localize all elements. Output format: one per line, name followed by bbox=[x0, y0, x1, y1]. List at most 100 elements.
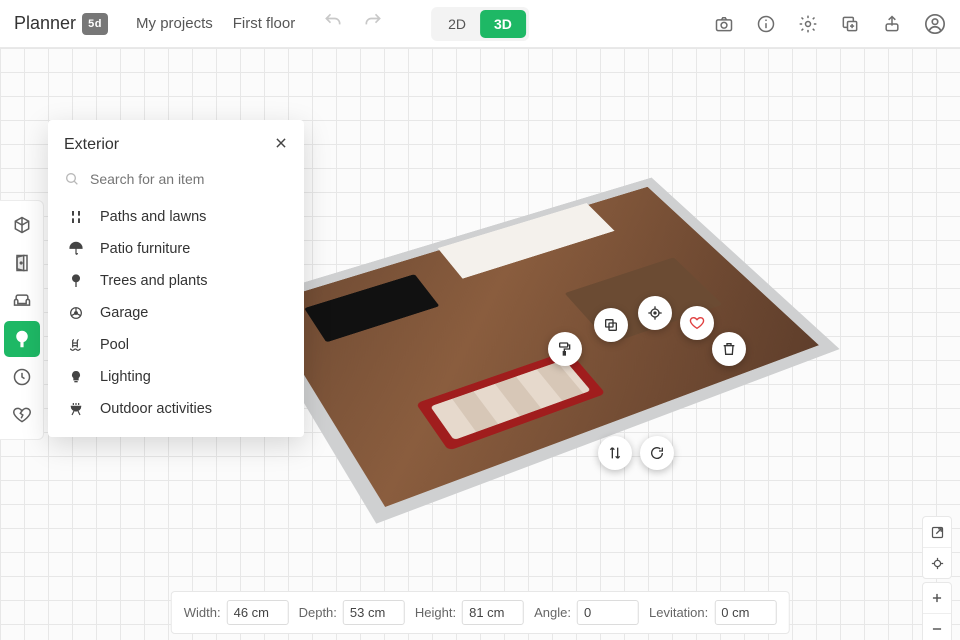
snapshot-button[interactable] bbox=[714, 14, 734, 34]
catalog-item-label: Garage bbox=[100, 305, 148, 321]
catalog-item-patio[interactable]: Patio furniture bbox=[48, 233, 304, 265]
umbrella-icon bbox=[68, 241, 84, 257]
redo-button[interactable] bbox=[363, 11, 383, 36]
catalog-item-label: Outdoor activities bbox=[100, 401, 212, 417]
angle-input[interactable] bbox=[577, 600, 639, 625]
share-button[interactable] bbox=[882, 14, 902, 34]
minus-icon bbox=[930, 622, 944, 636]
catalog-item-lighting[interactable]: Lighting bbox=[48, 361, 304, 393]
my-projects-link[interactable]: My projects bbox=[126, 15, 223, 32]
path-icon bbox=[68, 209, 84, 225]
crosshair-icon bbox=[647, 305, 663, 321]
plus-icon bbox=[930, 591, 944, 605]
info-icon bbox=[756, 14, 776, 34]
tool-rail bbox=[0, 200, 44, 440]
view-2d-button[interactable]: 2D bbox=[434, 10, 480, 38]
flip-object-button[interactable] bbox=[598, 436, 632, 470]
delete-object-button[interactable] bbox=[712, 332, 746, 366]
angle-label: Angle: bbox=[534, 605, 571, 620]
tree-small-icon bbox=[68, 273, 84, 289]
copy-project-button[interactable] bbox=[840, 14, 860, 34]
copy-object-button[interactable] bbox=[594, 308, 628, 342]
width-label: Width: bbox=[184, 605, 221, 620]
paint-roller-icon bbox=[557, 341, 573, 357]
top-bar: Planner 5d My projects First floor 2D 3D bbox=[0, 0, 960, 48]
catalog-item-trees[interactable]: Trees and plants bbox=[48, 265, 304, 297]
info-button[interactable] bbox=[756, 14, 776, 34]
search-icon bbox=[64, 171, 80, 187]
rotate-object-button[interactable] bbox=[640, 436, 674, 470]
cube-icon bbox=[12, 215, 32, 235]
height-label: Height: bbox=[415, 605, 456, 620]
panel-close-button[interactable] bbox=[274, 134, 288, 155]
brand-name: Planner bbox=[14, 13, 76, 34]
levitation-label: Levitation: bbox=[649, 605, 708, 620]
trash-icon bbox=[721, 341, 737, 357]
account-button[interactable] bbox=[924, 13, 946, 35]
panel-title: Exterior bbox=[64, 136, 119, 154]
center-view-button[interactable] bbox=[922, 548, 952, 578]
share-icon bbox=[882, 14, 902, 34]
catalog-item-outdoor[interactable]: Outdoor activities bbox=[48, 393, 304, 425]
duplicate-icon bbox=[840, 14, 860, 34]
view-mode-toggle: 2D 3D bbox=[431, 7, 529, 41]
catalog-item-label: Patio furniture bbox=[100, 241, 190, 257]
heart-icon bbox=[689, 315, 705, 331]
depth-label: Depth: bbox=[299, 605, 337, 620]
catalog-panel: Exterior Paths and lawns Patio furniture… bbox=[48, 120, 304, 437]
grill-icon bbox=[68, 401, 84, 417]
catalog-item-label: Pool bbox=[100, 337, 129, 353]
copy-icon bbox=[603, 317, 619, 333]
rotate-icon bbox=[649, 445, 665, 461]
focus-object-button[interactable] bbox=[638, 296, 672, 330]
sofa-icon bbox=[12, 291, 32, 311]
external-icon bbox=[930, 525, 945, 540]
undo-button[interactable] bbox=[323, 11, 343, 36]
interior-tool[interactable] bbox=[4, 283, 40, 319]
measurement-bar: Width: Depth: Height: Angle: Levitation: bbox=[171, 591, 790, 634]
floor-selector[interactable]: First floor bbox=[223, 15, 306, 32]
redo-icon bbox=[363, 11, 383, 31]
zoom-controls bbox=[922, 582, 952, 640]
search-input[interactable] bbox=[90, 171, 288, 187]
catalog-item-garage[interactable]: Garage bbox=[48, 297, 304, 329]
zoom-out-button[interactable] bbox=[922, 614, 952, 640]
catalog-item-label: Trees and plants bbox=[100, 273, 207, 289]
target-icon bbox=[930, 556, 945, 571]
catalog-item-label: Lighting bbox=[100, 369, 151, 385]
height-input[interactable] bbox=[462, 600, 524, 625]
steering-wheel-icon bbox=[68, 305, 84, 321]
levitation-input[interactable] bbox=[714, 600, 776, 625]
depth-input[interactable] bbox=[343, 600, 405, 625]
favorite-object-button[interactable] bbox=[680, 306, 714, 340]
bulb-icon bbox=[68, 369, 84, 385]
undo-icon bbox=[323, 11, 343, 31]
construction-tool[interactable] bbox=[4, 245, 40, 281]
tree-icon bbox=[12, 329, 32, 349]
door-icon bbox=[12, 253, 32, 273]
brand-logo[interactable]: Planner 5d bbox=[14, 13, 108, 35]
clock-icon bbox=[12, 367, 32, 387]
brand-badge: 5d bbox=[82, 13, 108, 35]
view-3d-button[interactable]: 3D bbox=[480, 10, 526, 38]
fullscreen-button[interactable] bbox=[922, 517, 952, 547]
catalog-item-label: Paths and lawns bbox=[100, 209, 206, 225]
rooms-tool[interactable] bbox=[4, 207, 40, 243]
favorites-tool[interactable] bbox=[4, 397, 40, 433]
broken-heart-icon bbox=[12, 405, 32, 425]
exterior-tool[interactable] bbox=[4, 321, 40, 357]
history-tool[interactable] bbox=[4, 359, 40, 395]
settings-button[interactable] bbox=[798, 14, 818, 34]
catalog-item-pool[interactable]: Pool bbox=[48, 329, 304, 361]
width-input[interactable] bbox=[227, 600, 289, 625]
gear-icon bbox=[798, 14, 818, 34]
camera-icon bbox=[714, 14, 734, 34]
panel-search[interactable] bbox=[48, 165, 304, 199]
zoom-in-button[interactable] bbox=[922, 583, 952, 613]
user-icon bbox=[924, 13, 946, 35]
paint-object-button[interactable] bbox=[548, 332, 582, 366]
arrows-vertical-icon bbox=[607, 445, 623, 461]
view-aux-controls bbox=[922, 516, 952, 579]
catalog-item-paths[interactable]: Paths and lawns bbox=[48, 201, 304, 233]
close-icon bbox=[274, 136, 288, 150]
